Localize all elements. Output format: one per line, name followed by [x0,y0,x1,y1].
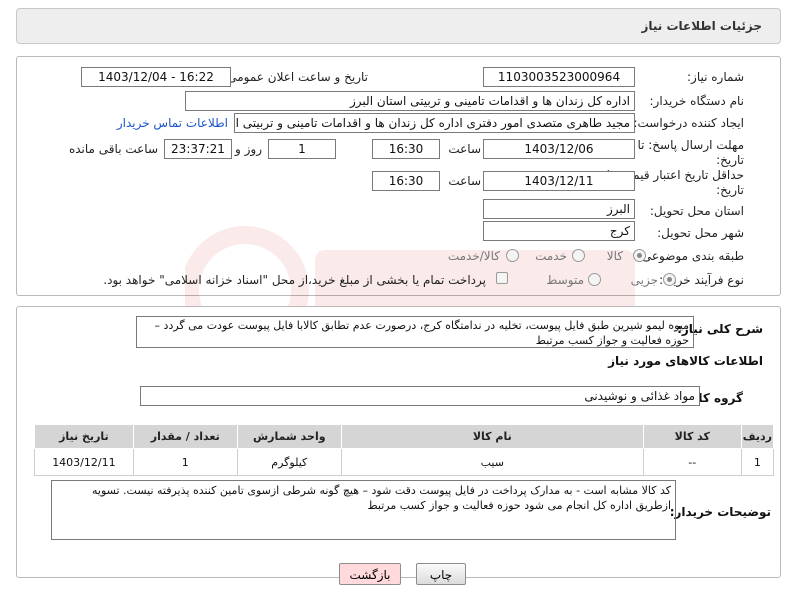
buyer-org-field[interactable]: اداره کل زندان ها و اقدامات تامینی و ترب… [185,91,635,111]
buyer-notes-text[interactable]: کد کالا مشابه است - به مدارک پرداخت در ف… [51,480,676,540]
need-number-field[interactable]: 1103003523000964 [483,67,635,87]
col-index: ردیف [740,424,775,449]
page-title: جزئیات اطلاعات نیاز [641,19,762,33]
col-date: تاریخ نیاز [34,424,134,449]
province-label: استان محل تحویل: [649,204,744,218]
treasury-note: پرداخت تمام یا بخشی از مبلغ خرید،از محل … [103,273,486,287]
back-button[interactable]: بازگشت [339,563,401,585]
description-text[interactable]: میوه لیمو شیرین طبق فایل پیوست، تخلیه در… [136,316,694,348]
announce-datetime-field[interactable]: 1403/12/04 - 16:22 [81,67,231,87]
row-date: 1403/12/11 [34,448,134,476]
days-remaining-field[interactable]: 1 [268,139,336,159]
col-code: کد کالا [642,424,742,449]
province-field[interactable]: البرز [483,199,635,219]
reply-time-label: ساعت [448,142,481,156]
row-qty: 1 [132,448,238,476]
process-option-partial: جزیی [630,273,658,287]
price-validity-time-label: ساعت [448,174,481,188]
buyer-notes-label: توضیحات خریدار: [669,505,771,519]
process-option-medium: متوسط [546,273,584,287]
price-validity-time-field[interactable]: 16:30 [372,171,440,191]
reply-deadline-label: مهلت ارسال پاسخ: تا تاریخ: [637,138,744,167]
treasury-checkbox[interactable] [496,272,508,284]
category-label: طبقه بندی موضوعی: [637,249,744,263]
row-index: 1 [740,448,775,476]
category-radio-service[interactable] [572,249,585,262]
price-validity-date-field[interactable]: 1403/12/11 [483,171,635,191]
goods-section-title: اطلاعات کالاهای مورد نیاز [608,354,763,368]
announce-datetime-label: تاریخ و ساعت اعلان عمومی: [223,70,368,84]
city-field[interactable]: کرج [483,221,635,241]
process-radio-partial[interactable] [663,273,676,286]
row-name: سیب [340,448,644,476]
category-option-service: خدمت [535,249,567,263]
col-unit: واحد شمارش [236,424,342,449]
remaining-time-label: ساعت باقی مانده [68,142,158,156]
requester-label: ایجاد کننده درخواست: [633,116,744,130]
buyer-org-label: نام دستگاه خریدار: [649,94,745,108]
table-row[interactable]: 1 -- سیب کیلوگرم 1 1403/12/11 [34,448,775,476]
reply-deadline-date-field[interactable]: 1403/12/06 [483,139,635,159]
col-name: نام کالا [340,424,644,449]
buyer-contact-link[interactable]: اطلاعات تماس خریدار [117,116,228,130]
row-code: -- [642,448,742,476]
row-unit: کیلوگرم [236,448,342,476]
process-radio-medium[interactable] [588,273,601,286]
page-header: جزئیات اطلاعات نیاز [16,8,781,44]
requester-field[interactable]: مجید طاهری متصدی امور دفتری اداره کل زند… [234,113,635,133]
print-button[interactable]: چاپ [416,563,466,585]
need-number-label: شماره نیاز: [687,70,744,84]
reply-deadline-time-field[interactable]: 16:30 [372,139,440,159]
category-radio-goods[interactable] [633,249,646,262]
city-label: شهر محل تحویل: [657,226,744,240]
remaining-time-field[interactable]: 23:37:21 [164,139,232,159]
col-qty: تعداد / مقدار [132,424,238,449]
category-option-goods: کالا [606,249,623,263]
items-table: ردیف کد کالا نام کالا واحد شمارش تعداد /… [34,424,775,476]
category-option-goods-service: کالا/خدمت [447,249,500,263]
days-label: روز و [235,142,262,156]
goods-group-field[interactable]: مواد غذائی و نوشیدنی [140,386,700,406]
category-radio-goods-service[interactable] [506,249,519,262]
